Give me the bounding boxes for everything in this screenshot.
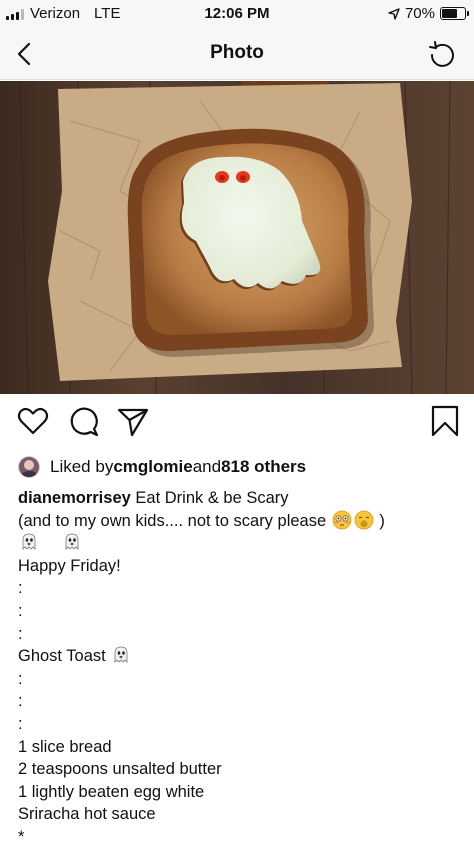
caption-text: ): [374, 511, 385, 530]
caption-line: 2 teaspoons unsalted butter: [18, 760, 222, 779]
caption-line: :: [18, 692, 23, 711]
ghost-toast-image: [0, 81, 474, 394]
liker-username[interactable]: cmglomie: [113, 457, 192, 477]
battery-icon: [440, 7, 469, 20]
caption-line: 1 slice bread: [18, 737, 112, 756]
caption-line: :: [18, 601, 23, 620]
status-bar: Verizon LTE 12:06 PM 70%: [0, 0, 474, 28]
bookmark-icon: [431, 405, 459, 437]
caption-line: :: [18, 579, 23, 598]
likes-middle: and: [192, 457, 222, 476]
caption-line: *: [18, 827, 25, 843]
caption-line: Happy Friday!: [18, 556, 121, 575]
share-button[interactable]: [116, 404, 150, 438]
post-actions: [0, 404, 474, 444]
ghost-emoji-icon: [22, 533, 36, 551]
ghost-emoji-icon: [114, 646, 128, 664]
refresh-button[interactable]: [426, 38, 458, 70]
caption-text: Eat Drink & be Scary: [130, 489, 289, 507]
caption-line: :: [18, 669, 23, 688]
heart-icon: [17, 407, 49, 435]
caption-line: Sriracha hot sauce: [18, 805, 156, 824]
likes-row: Liked by cmglomie and 818 others: [18, 456, 306, 478]
liker-avatar[interactable]: [18, 456, 40, 478]
share-icon: [117, 408, 149, 437]
location-arrow-icon: [388, 7, 400, 20]
status-right: 70%: [388, 5, 469, 22]
caption-text: Ghost Toast: [18, 647, 111, 666]
flushed-face-icon: [332, 510, 352, 529]
post-photo[interactable]: [0, 81, 474, 394]
caption-line-2: (and to my own kids.... not to scary ple…: [18, 510, 464, 533]
caption-line: :: [18, 624, 23, 643]
caption-username[interactable]: dianemorrisey: [18, 489, 131, 507]
caption-line: 1 lightly beaten egg white: [18, 782, 205, 801]
caption-line-ghost-toast: Ghost Toast: [18, 645, 464, 668]
caption-text: (and to my own kids.... not to scary ple…: [18, 511, 331, 530]
battery-percent: 70%: [404, 5, 435, 22]
likes-others[interactable]: 818 others: [221, 457, 306, 477]
ghost-emoji-icon: [65, 533, 79, 551]
bookmark-button[interactable]: [428, 404, 462, 438]
battery-fill: [442, 9, 458, 18]
like-button[interactable]: [16, 404, 50, 438]
shushing-face-icon: [354, 510, 374, 529]
refresh-icon: [429, 41, 454, 67]
comment-icon: [70, 407, 99, 437]
page-title: Photo: [210, 42, 264, 63]
post-caption: dianemorrisey Eat Drink & be Scary (and …: [18, 487, 464, 843]
caption-line: :: [18, 714, 23, 733]
comment-button[interactable]: [66, 404, 100, 438]
caption-line-1: dianemorrisey Eat Drink & be Scary: [18, 487, 464, 510]
likes-prefix: Liked by: [50, 457, 114, 476]
nav-bar: Photo: [0, 28, 474, 80]
caption-line-3: [18, 532, 464, 555]
